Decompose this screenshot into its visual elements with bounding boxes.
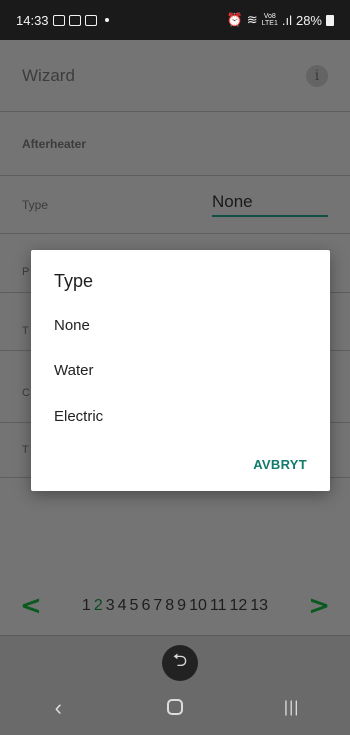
- row-label-partial-t2: T: [22, 444, 29, 456]
- page-number-6[interactable]: 6: [141, 597, 150, 615]
- page-number-10[interactable]: 10: [189, 597, 207, 615]
- next-page-button[interactable]: >: [308, 591, 330, 621]
- page-number-2[interactable]: 2: [94, 597, 103, 615]
- page-number-7[interactable]: 7: [153, 597, 162, 615]
- type-value[interactable]: None: [212, 192, 328, 217]
- notification-icon: [68, 14, 81, 26]
- page-number-4[interactable]: 4: [118, 597, 127, 615]
- type-row[interactable]: Type None: [0, 176, 350, 234]
- page-number-5[interactable]: 5: [130, 597, 139, 615]
- page-number-1[interactable]: 1: [82, 597, 91, 615]
- dialog-option-none[interactable]: None: [54, 317, 90, 334]
- page-number-8[interactable]: 8: [165, 597, 174, 615]
- page-number-12[interactable]: 12: [229, 597, 247, 615]
- status-bar: 14:33 ⏰ ≋ Vo8 LTE1 .ıl 28%: [0, 0, 350, 40]
- pager: < 1 2 3 4 5 6 7 8 9 10 11 12 13 >: [0, 586, 350, 626]
- dialog-title: Type: [54, 271, 94, 291]
- battery-icon: [326, 14, 334, 26]
- section-header-afterheater: Afterheater: [0, 112, 350, 176]
- type-picker-dialog: Type None Water Electric AVBRYT: [31, 250, 330, 491]
- row-label-partial-p: P: [22, 266, 30, 278]
- network-type: Vo8 LTE1: [261, 13, 278, 27]
- battery-percent: 28%: [295, 12, 322, 28]
- page-numbers: 1 2 3 4 5 6 7 8 9 10 11 12 13: [42, 597, 308, 615]
- signal-icon: .ıl: [281, 12, 292, 28]
- alarm-icon: ⏰: [226, 12, 243, 27]
- type-label: Type: [22, 197, 49, 212]
- page-number-9[interactable]: 9: [177, 597, 186, 615]
- page-number-11[interactable]: 11: [210, 597, 227, 615]
- dialog-cancel-button[interactable]: AVBRYT: [253, 457, 307, 472]
- page-number-13[interactable]: 13: [250, 597, 268, 615]
- status-time: 14:33: [16, 12, 49, 28]
- notification-icon-2: [84, 14, 97, 26]
- undo-button[interactable]: ⮌: [162, 645, 198, 681]
- row-label-partial-c: C: [22, 387, 30, 399]
- toolbar: Wizard i: [0, 40, 350, 112]
- info-icon[interactable]: i: [306, 64, 328, 87]
- system-nav-bar: ‹ |||: [0, 681, 350, 735]
- row-label-partial-t1: T: [22, 325, 29, 337]
- dialog-option-water[interactable]: Water: [54, 362, 93, 379]
- prev-page-button[interactable]: <: [20, 591, 42, 621]
- undo-icon: ⮌: [172, 650, 188, 670]
- dialog-option-electric[interactable]: Electric: [54, 408, 103, 425]
- nav-recents-button[interactable]: |||: [262, 699, 322, 717]
- page-title: Wizard: [22, 65, 75, 85]
- more-notifications-dot: [104, 18, 109, 22]
- gallery-icon: [52, 14, 65, 26]
- page-number-3[interactable]: 3: [106, 597, 115, 615]
- nav-home-button[interactable]: [145, 695, 205, 721]
- wifi-icon: ≋: [246, 12, 258, 27]
- home-icon: [166, 699, 183, 715]
- nav-back-button[interactable]: ‹: [28, 695, 88, 721]
